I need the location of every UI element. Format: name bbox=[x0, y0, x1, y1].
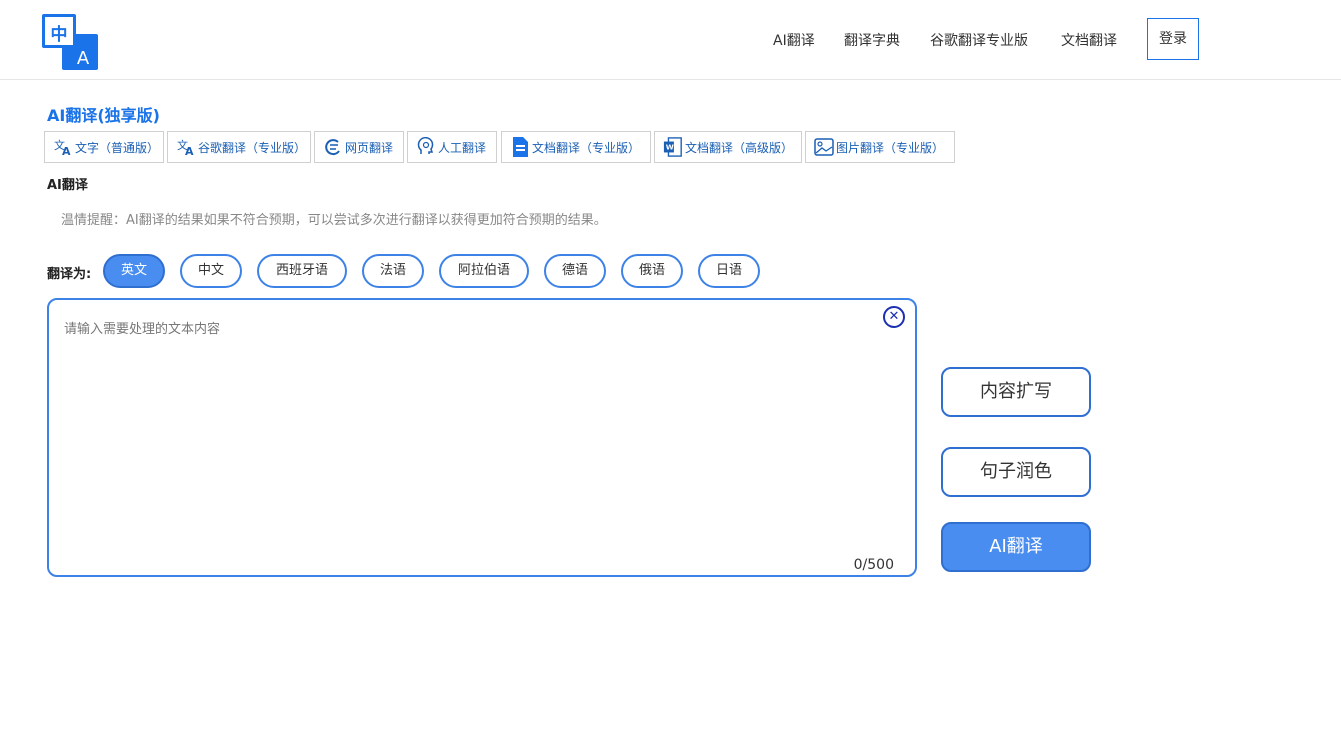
lang-option-arabic[interactable]: 阿拉伯语 bbox=[439, 254, 529, 288]
lang-option-english[interactable]: 英文 bbox=[103, 254, 165, 288]
page-title: AI翻译(独享版) bbox=[47, 106, 160, 125]
logo-cn-square: 中 bbox=[42, 14, 76, 48]
tab-label: 谷歌翻译（专业版） bbox=[198, 140, 307, 155]
tab-label: 网页翻译 bbox=[345, 140, 394, 155]
lang-option-russian[interactable]: 俄语 bbox=[621, 254, 683, 288]
translate-icon: 文A bbox=[53, 137, 73, 157]
tab-text-normal[interactable]: 文A 文字（普通版） bbox=[44, 131, 164, 163]
nav-ai-translate[interactable]: AI翻译 bbox=[773, 30, 815, 50]
svg-text:A: A bbox=[185, 145, 194, 156]
nav-dictionary[interactable]: 翻译字典 bbox=[844, 30, 900, 50]
svg-text:W: W bbox=[666, 143, 674, 152]
tab-label: 文字（普通版） bbox=[75, 140, 160, 155]
human-brain-icon bbox=[416, 137, 436, 157]
svg-text:A: A bbox=[62, 145, 71, 156]
ai-translate-button[interactable]: AI翻译 bbox=[941, 522, 1091, 572]
tab-label: 文档翻译（高级版） bbox=[685, 140, 794, 155]
tab-human-translate[interactable]: 人工翻译 bbox=[407, 131, 497, 163]
lang-option-french[interactable]: 法语 bbox=[362, 254, 424, 288]
expand-content-button[interactable]: 内容扩写 bbox=[941, 367, 1091, 417]
nav-google-translate-pro[interactable]: 谷歌翻译专业版 bbox=[930, 30, 1028, 50]
web-page-icon bbox=[323, 137, 343, 157]
target-language-label: 翻译为: bbox=[47, 267, 92, 282]
text-input-container: ✕ 0/500 bbox=[47, 298, 917, 577]
section-subtitle: AI翻译 bbox=[47, 178, 88, 193]
site-logo[interactable]: 中 A bbox=[42, 14, 98, 70]
translate-icon: 文A bbox=[176, 137, 196, 157]
nav-document-translate[interactable]: 文档翻译 bbox=[1061, 30, 1117, 50]
tab-label: 人工翻译 bbox=[438, 140, 487, 155]
login-button[interactable]: 登录 bbox=[1147, 18, 1199, 60]
top-header: 中 A AI翻译 翻译字典 谷歌翻译专业版 文档翻译 登录 bbox=[0, 0, 1341, 80]
tab-image-pro[interactable]: 图片翻译（专业版） bbox=[805, 131, 955, 163]
logo-cn-glyph: 中 bbox=[50, 25, 68, 45]
tab-label: 图片翻译（专业版） bbox=[836, 140, 945, 155]
polish-sentence-button[interactable]: 句子润色 bbox=[941, 447, 1091, 497]
clear-icon[interactable]: ✕ bbox=[883, 306, 905, 328]
document-icon bbox=[510, 137, 530, 157]
tab-web-translate[interactable]: 网页翻译 bbox=[314, 131, 404, 163]
logo-en-glyph: A bbox=[76, 48, 90, 69]
word-document-icon: W bbox=[663, 137, 683, 157]
tab-document-advanced[interactable]: W 文档翻译（高级版） bbox=[654, 131, 802, 163]
image-icon bbox=[814, 137, 834, 157]
lang-option-spanish[interactable]: 西班牙语 bbox=[257, 254, 347, 288]
source-text-input[interactable] bbox=[64, 318, 874, 538]
tab-google-pro[interactable]: 文A 谷歌翻译（专业版） bbox=[167, 131, 311, 163]
lang-option-chinese[interactable]: 中文 bbox=[180, 254, 242, 288]
tab-label: 文档翻译（专业版） bbox=[532, 140, 641, 155]
tab-document-pro[interactable]: 文档翻译（专业版） bbox=[501, 131, 651, 163]
char-counter: 0/500 bbox=[853, 557, 894, 573]
lang-option-japanese[interactable]: 日语 bbox=[698, 254, 760, 288]
lang-option-german[interactable]: 德语 bbox=[544, 254, 606, 288]
tip-text: 温情提醒：AI翻译的结果如果不符合预期，可以尝试多次进行翻译以获得更加符合预期的… bbox=[61, 213, 607, 228]
